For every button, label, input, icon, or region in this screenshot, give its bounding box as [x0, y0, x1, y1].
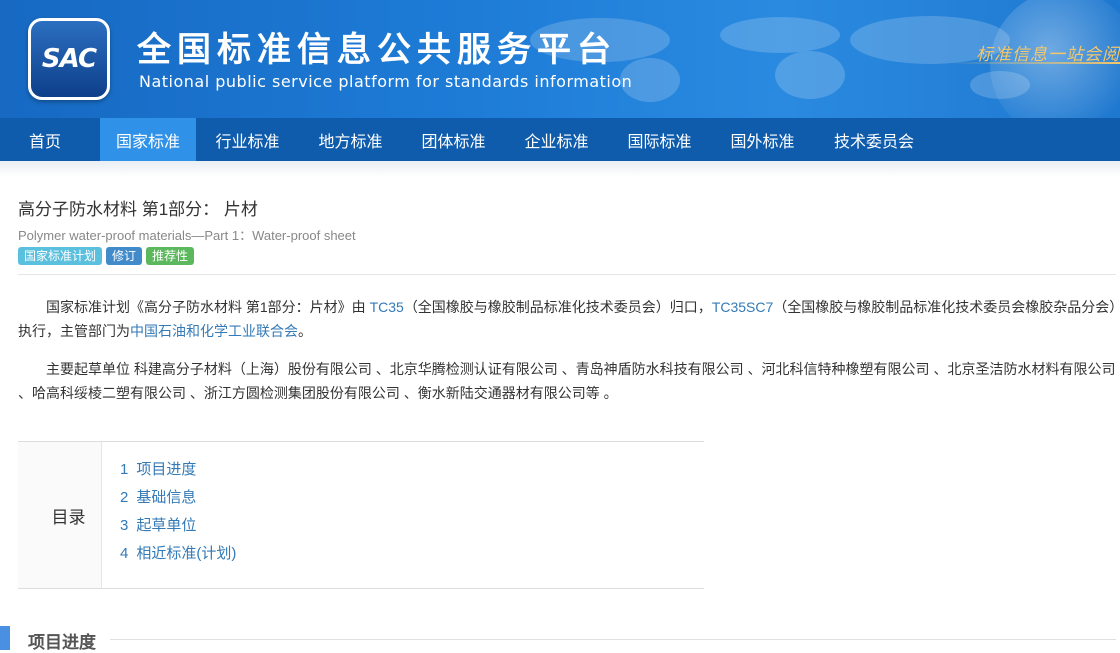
department-link[interactable]: 中国石油和化学工业联合会 [130, 323, 298, 339]
section-accent-bar [0, 626, 10, 650]
standard-title-en: Polymer water-proof materials—Part 1：Wat… [18, 228, 356, 243]
nav-national-standards[interactable]: 国家标准 [100, 118, 196, 161]
desc-suffix: 。 [298, 323, 312, 339]
description-paragraph: 国家标准计划《高分子防水材料 第1部分：片材》由 TC35（全国橡胶与橡胶制品标… [18, 295, 1118, 343]
nav-shadow [0, 161, 1120, 177]
toc-item-progress[interactable]: 1 项目进度 [120, 458, 236, 486]
nav-local-standards[interactable]: 地方标准 [299, 118, 402, 161]
standard-tags: 国家标准计划 修订 推荐性 [18, 247, 1120, 265]
nav-foreign-standards[interactable]: 国外标准 [711, 118, 814, 161]
desc-mid1: （全国橡胶与橡胶制品标准化技术委员会）归口， [403, 299, 712, 315]
title-divider [18, 274, 1116, 275]
slogan-underline [950, 62, 1120, 64]
toc-item-related-standards[interactable]: 4 相近标准(计划) [120, 542, 236, 570]
toc-item-drafting-units[interactable]: 3 起草单位 [120, 514, 236, 542]
sac-logo[interactable]: SAC [28, 18, 110, 100]
tag-recommended: 推荐性 [146, 247, 195, 265]
nav-international-standards[interactable]: 国际标准 [608, 118, 711, 161]
tag-revision: 修订 [106, 247, 143, 265]
desc-prefix: 国家标准计划《高分子防水材料 第1部分：片材》由 [46, 299, 370, 315]
logo-text: SAC [41, 44, 97, 74]
section-divider [110, 639, 1116, 640]
section-header-progress: 项目进度 [0, 626, 1120, 652]
nav-home[interactable]: 首页 [0, 118, 90, 161]
tc35sc7-link[interactable]: TC35SC7 [712, 299, 773, 315]
nav-enterprise-standards[interactable]: 企业标准 [505, 118, 608, 161]
section-title: 项目进度 [28, 633, 96, 652]
main-nav: 首页 国家标准 行业标准 地方标准 团体标准 企业标准 国际标准 国外标准 技术… [0, 118, 1120, 161]
table-of-contents: 目录 1 项目进度 2 基础信息 3 起草单位 4 相近标准(计划) [18, 441, 704, 589]
toc-label: 目录 [18, 442, 102, 588]
site-title: 全国标准信息公共服务平台 [137, 30, 617, 70]
nav-industry-standards[interactable]: 行业标准 [196, 118, 299, 161]
toc-list: 1 项目进度 2 基础信息 3 起草单位 4 相近标准(计划) [102, 442, 236, 588]
drafting-units-paragraph: 主要起草单位 科建高分子材料（上海）股份有限公司 、北京华腾检测认证有限公司 、… [18, 361, 1116, 401]
toc-item-basic-info[interactable]: 2 基础信息 [120, 486, 236, 514]
header-banner: SAC 全国标准信息公共服务平台 National public service… [0, 0, 1120, 118]
site-subtitle: National public service platform for sta… [139, 72, 633, 91]
standard-title-zh: 高分子防水材料 第1部分： 片材 [18, 200, 258, 219]
nav-technical-committees[interactable]: 技术委员会 [814, 118, 934, 161]
main-content: 高分子防水材料 第1部分： 片材 Polymer water-proof mat… [0, 195, 1120, 589]
tc35-link[interactable]: TC35 [370, 299, 404, 315]
tag-national-plan: 国家标准计划 [18, 247, 103, 265]
nav-group-standards[interactable]: 团体标准 [402, 118, 505, 161]
